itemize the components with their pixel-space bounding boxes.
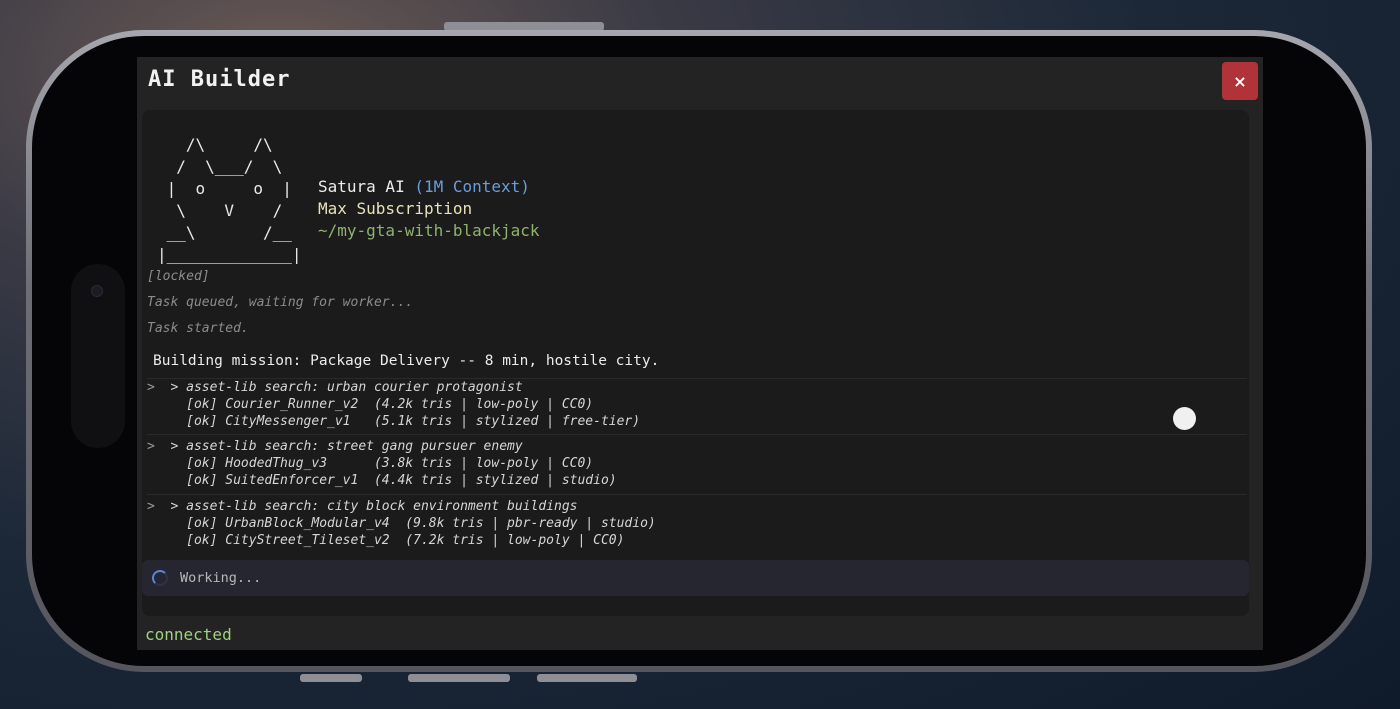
locked-line: [locked] xyxy=(147,269,210,284)
log-group: > > asset-lib search: urban courier prot… xyxy=(147,379,640,430)
dynamic-island xyxy=(71,264,125,448)
close-button[interactable]: × xyxy=(1222,62,1258,100)
window-title: AI Builder xyxy=(148,67,291,92)
result-line: [ok] Courier_Runner_v2 (4.2k tris | low-… xyxy=(186,397,594,412)
prompt-symbol: > xyxy=(147,439,155,454)
divider xyxy=(147,494,1247,495)
result-line: [ok] SuitedEnforcer_v1 (4.4k tris | styl… xyxy=(186,473,617,488)
ai-builder-window: AI Builder × /\ /\ / \___/ \ | o o | \ V… xyxy=(137,57,1263,650)
working-indicator: Working... xyxy=(142,560,1249,596)
subscription-label: Max Subscription xyxy=(318,199,473,218)
working-text: Working... xyxy=(180,570,262,586)
ascii-logo: /\ /\ / \___/ \ | o o | \ V / __\ /__ |_… xyxy=(157,135,302,264)
command-line: > asset-lib search: city block environme… xyxy=(170,499,578,514)
connection-status: connected xyxy=(145,625,232,644)
queued-line: Task queued, waiting for worker... xyxy=(147,295,414,310)
divider xyxy=(147,434,1247,435)
banner-info: Satura AI (1M Context) Max Subscription … xyxy=(318,176,540,242)
project-path: ~/my-gta-with-blackjack xyxy=(318,221,540,240)
prompt-symbol: > xyxy=(147,499,155,514)
log-group: > > asset-lib search: city block environ… xyxy=(147,498,656,549)
side-button-3 xyxy=(537,674,637,682)
result-line: [ok] UrbanBlock_Modular_v4 (9.8k tris | … xyxy=(186,516,656,531)
mission-line: Building mission: Package Delivery -- 8 … xyxy=(153,353,660,369)
result-line: [ok] CityStreet_Tileset_v2 (7.2k tris | … xyxy=(186,533,625,548)
result-line: [ok] CityMessenger_v1 (5.1k tris | styli… xyxy=(186,414,641,429)
started-line: Task started. xyxy=(147,321,249,336)
touch-cursor-icon xyxy=(1173,407,1196,430)
context-label: (1M Context) xyxy=(414,177,530,196)
product-name: Satura AI xyxy=(318,177,405,196)
side-button-1 xyxy=(300,674,362,682)
terminal-output[interactable]: /\ /\ / \___/ \ | o o | \ V / __\ /__ |_… xyxy=(142,110,1249,616)
spinner-icon xyxy=(152,570,168,586)
command-line: > asset-lib search: street gang pursuer … xyxy=(170,439,523,454)
title-bar: AI Builder × xyxy=(137,57,1263,105)
result-line: [ok] HoodedThug_v3 (3.8k tris | low-poly… xyxy=(186,456,594,471)
command-line: > asset-lib search: urban courier protag… xyxy=(170,380,523,395)
side-button-2 xyxy=(408,674,510,682)
prompt-symbol: > xyxy=(147,380,155,395)
close-icon: × xyxy=(1233,71,1247,91)
log-group: > > asset-lib search: street gang pursue… xyxy=(147,438,617,489)
front-camera-icon xyxy=(91,285,103,297)
